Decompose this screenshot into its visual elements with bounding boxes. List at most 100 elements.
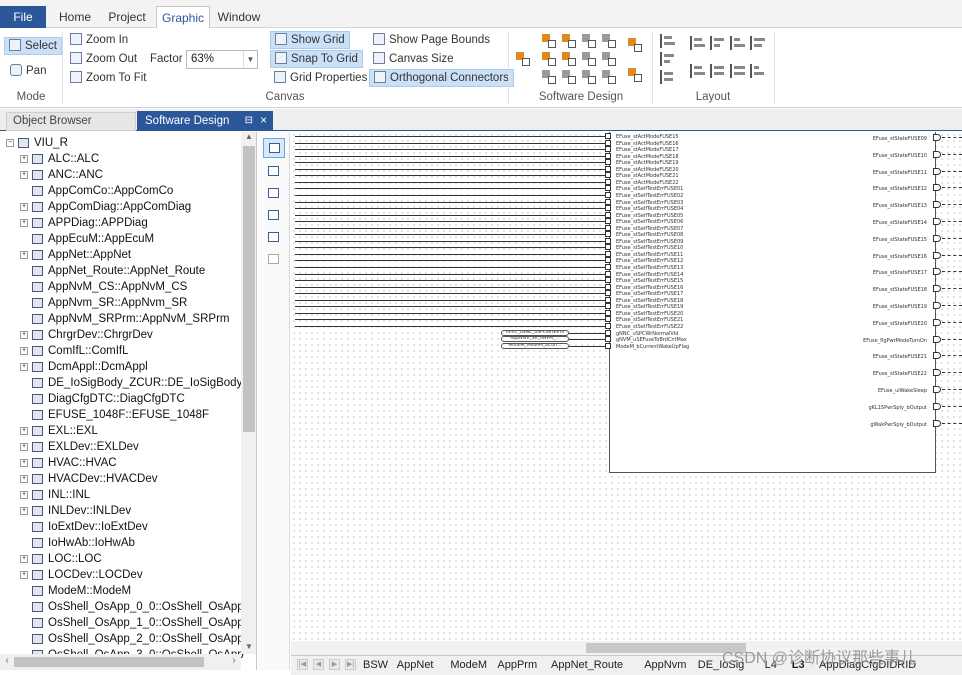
connector-line[interactable]: [942, 271, 962, 273]
tree-item[interactable]: AppNet_Route::AppNet_Route: [0, 263, 240, 279]
new-component-icon[interactable]: [516, 52, 530, 66]
receiver-port-icon[interactable]: [605, 237, 611, 244]
connector-line[interactable]: [295, 234, 605, 236]
connector-line[interactable]: [942, 389, 962, 390]
menu-tab-graphic[interactable]: Graphic: [156, 6, 210, 29]
connector-line[interactable]: [942, 254, 962, 256]
tree-root[interactable]: − VIU_R: [0, 135, 240, 151]
tree-item[interactable]: AppEcuM::AppEcuM: [0, 231, 240, 247]
first-sheet-icon[interactable]: |◀: [297, 659, 308, 670]
receiver-port-icon[interactable]: [605, 322, 611, 329]
receiver-port-icon[interactable]: [605, 146, 611, 153]
scroll-thumb[interactable]: [14, 657, 204, 667]
connector-line[interactable]: [295, 286, 605, 288]
receiver-port-icon[interactable]: [605, 185, 611, 192]
pin-icon[interactable]: ⊟: [245, 111, 253, 131]
sender-port-icon[interactable]: [933, 335, 941, 343]
connector-tool[interactable]: [263, 184, 285, 204]
add-port-icon[interactable]: [562, 34, 576, 48]
receiver-port-icon[interactable]: [605, 303, 611, 310]
receiver-port-icon[interactable]: [605, 264, 611, 270]
sender-port-shape[interactable]: AppNvm_SR_uNVM_...: [501, 336, 569, 343]
delegate-icon[interactable]: [628, 38, 642, 52]
arrange-icon[interactable]: [660, 70, 674, 84]
connector-line[interactable]: [942, 170, 962, 172]
connector-line[interactable]: [569, 332, 605, 334]
expand-icon[interactable]: +: [20, 219, 28, 227]
connector-line[interactable]: [295, 306, 605, 308]
expand-icon[interactable]: +: [20, 171, 28, 179]
sender-port-icon[interactable]: [933, 285, 941, 293]
close-icon[interactable]: ×: [260, 111, 267, 131]
zoom-to-fit-button[interactable]: Zoom To Fit: [66, 69, 151, 87]
receiver-port-icon[interactable]: [605, 316, 611, 323]
connector-line[interactable]: [942, 338, 962, 340]
connector-line[interactable]: [942, 137, 962, 138]
connect-icon[interactable]: [602, 52, 616, 66]
connect-icon[interactable]: [542, 52, 556, 66]
connector-line[interactable]: [295, 227, 605, 229]
receiver-port-icon[interactable]: [605, 231, 611, 238]
sheet-tab[interactable]: AppPrm: [497, 657, 537, 674]
connector-line[interactable]: [295, 155, 605, 157]
tree-item[interactable]: + APPDiag::APPDiag: [0, 215, 240, 231]
connector-line[interactable]: [295, 214, 605, 216]
orthogonal-connectors-toggle[interactable]: Orthogonal Connectors: [369, 69, 514, 87]
expand-icon[interactable]: +: [20, 571, 28, 579]
tree-item[interactable]: AppComCo::AppComCo: [0, 183, 240, 199]
scroll-thumb[interactable]: [243, 146, 255, 432]
tab-software-design[interactable]: Software Design ⊟ ×: [137, 111, 273, 131]
tree-item[interactable]: + ALC::ALC: [0, 151, 240, 167]
tree-item[interactable]: + LOCDev::LOCDev: [0, 567, 240, 583]
expand-icon[interactable]: +: [20, 443, 28, 451]
receiver-port-icon[interactable]: [605, 218, 611, 225]
sender-port-icon[interactable]: [933, 234, 941, 242]
receiver-port-icon[interactable]: [605, 336, 611, 343]
receiver-port-icon[interactable]: [605, 165, 611, 172]
menu-tab-project[interactable]: Project: [102, 6, 152, 28]
sender-port-icon[interactable]: [933, 218, 941, 225]
receiver-port-icon[interactable]: [605, 205, 611, 212]
grid-properties-button[interactable]: Grid Properties: [270, 69, 371, 87]
add-port-icon[interactable]: [542, 34, 556, 48]
receiver-port-icon[interactable]: [605, 342, 611, 349]
sheet-tab[interactable]: AppNvm: [644, 657, 686, 674]
mapping-icon[interactable]: [602, 70, 616, 84]
tree-item[interactable]: + DcmAppl::DcmAppl: [0, 359, 240, 375]
sender-port-icon[interactable]: [933, 318, 941, 326]
tree-item[interactable]: AppNvM_SRPrm::AppNvM_SRPrm: [0, 311, 240, 327]
connector-line[interactable]: [295, 319, 605, 321]
connector-line[interactable]: [295, 149, 605, 151]
sheet-tab[interactable]: ModeM: [450, 657, 487, 674]
connector-line[interactable]: [295, 208, 605, 210]
expand-icon[interactable]: +: [20, 427, 28, 435]
export-tool[interactable]: [263, 250, 285, 270]
tree-item[interactable]: IoExtDev::IoExtDev: [0, 519, 240, 535]
add-port-icon[interactable]: [602, 34, 616, 48]
tree-item[interactable]: + ANC::ANC: [0, 167, 240, 183]
connector-line[interactable]: [569, 339, 605, 341]
sender-port-icon[interactable]: [933, 201, 941, 209]
delegate-icon[interactable]: [628, 68, 642, 82]
receiver-port-icon[interactable]: [605, 270, 611, 277]
connector-line[interactable]: [295, 136, 605, 137]
tree-item[interactable]: + EXLDev::EXLDev: [0, 439, 240, 455]
chevron-down-icon[interactable]: ▼: [243, 51, 257, 68]
connector-line[interactable]: [295, 221, 605, 223]
sender-port-icon[interactable]: [933, 150, 941, 158]
receiver-port-icon[interactable]: [605, 329, 611, 336]
mapping-icon[interactable]: [582, 70, 596, 84]
connector-line[interactable]: [295, 188, 605, 190]
connector-line[interactable]: [295, 162, 605, 164]
connector-line[interactable]: [295, 273, 605, 275]
expand-icon[interactable]: +: [20, 331, 28, 339]
next-sheet-icon[interactable]: ▶: [329, 659, 340, 670]
tree-item[interactable]: IoHwAb::IoHwAb: [0, 535, 240, 551]
same-height-icon[interactable]: [750, 64, 764, 78]
sender-port-icon[interactable]: [933, 134, 941, 141]
receiver-port-icon[interactable]: [605, 198, 611, 205]
sender-port-icon[interactable]: [933, 302, 941, 309]
tree-item[interactable]: + HVACDev::HVACDev: [0, 471, 240, 487]
expand-icon[interactable]: +: [20, 491, 28, 499]
connector-line[interactable]: [942, 372, 962, 374]
